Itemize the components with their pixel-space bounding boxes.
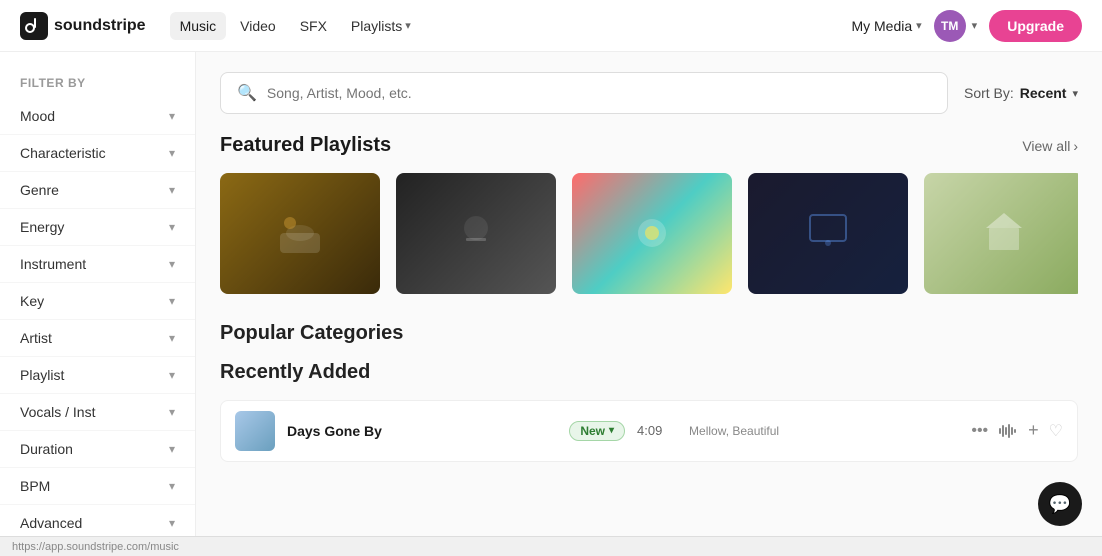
avatar: TM bbox=[934, 10, 966, 42]
sidebar-filter-instrument[interactable]: Instrument ▾ bbox=[0, 246, 195, 283]
recently-added-section: Recently Added Days Gone By New ▾ 4:09 M… bbox=[220, 361, 1078, 462]
popular-categories-section: Popular Categories bbox=[220, 322, 1078, 345]
body: Filter By Mood ▾ Characteristic ▾ Genre … bbox=[0, 52, 1102, 536]
nav-playlists[interactable]: Playlists ▾ bbox=[341, 12, 421, 40]
track-badge-new[interactable]: New ▾ bbox=[569, 421, 625, 441]
chevron-right-icon: › bbox=[1073, 138, 1078, 154]
track-info: Days Gone By bbox=[287, 423, 557, 439]
nav-video[interactable]: Video bbox=[230, 12, 286, 40]
recently-added-title: Recently Added bbox=[220, 361, 1078, 384]
search-input[interactable] bbox=[267, 85, 931, 101]
filter-by-header: Filter By bbox=[0, 64, 195, 98]
thumbnail-art bbox=[270, 203, 330, 263]
featured-playlists-title: Featured Playlists bbox=[220, 134, 391, 157]
playlist-card-gym-time[interactable]: Gym Time Hard Rock and Hip Hop to drive … bbox=[396, 173, 556, 294]
chat-icon: 💬 bbox=[1049, 494, 1071, 515]
chevron-down-icon: ▾ bbox=[169, 405, 175, 419]
section-header: Featured Playlists View all › bbox=[220, 134, 1078, 157]
chevron-down-icon: ▾ bbox=[405, 19, 411, 32]
url-bar: https://app.soundstripe.com/music bbox=[0, 536, 1102, 556]
track-add-button[interactable]: + bbox=[1028, 420, 1039, 441]
chevron-down-icon: ▾ bbox=[169, 479, 175, 493]
playlist-thumbnail bbox=[748, 173, 908, 294]
logo[interactable]: soundstripe bbox=[20, 12, 146, 40]
playlists-grid: Bathtub Chill Relaxing, atmospheric soun… bbox=[220, 173, 1078, 294]
sidebar-filter-mood[interactable]: Mood ▾ bbox=[0, 98, 195, 135]
track-name: Days Gone By bbox=[287, 423, 557, 439]
my-media-dropdown[interactable]: My Media ▾ bbox=[851, 18, 921, 34]
track-actions: ••• + bbox=[971, 420, 1063, 441]
chevron-down-icon: ▾ bbox=[169, 331, 175, 345]
main-content: 🔍 Sort By: Recent ▾ Featured Playlists V… bbox=[196, 52, 1102, 536]
chevron-down-icon: ▾ bbox=[169, 220, 175, 234]
sidebar-filter-genre[interactable]: Genre ▾ bbox=[0, 172, 195, 209]
nav-music[interactable]: Music bbox=[170, 12, 227, 40]
waveform-icon bbox=[998, 423, 1018, 439]
chevron-down-icon: ▾ bbox=[169, 183, 175, 197]
search-sort-row: 🔍 Sort By: Recent ▾ bbox=[220, 72, 1078, 114]
playlist-thumbnail bbox=[220, 173, 380, 294]
sidebar-filter-characteristic[interactable]: Characteristic ▾ bbox=[0, 135, 195, 172]
track-thumbnail bbox=[235, 411, 275, 451]
sidebar-filter-artist[interactable]: Artist ▾ bbox=[0, 320, 195, 357]
main-nav: Music Video SFX Playlists ▾ bbox=[170, 12, 828, 40]
sidebar-filter-energy[interactable]: Energy ▾ bbox=[0, 209, 195, 246]
sidebar-filter-key[interactable]: Key ▾ bbox=[0, 283, 195, 320]
nav-sfx[interactable]: SFX bbox=[290, 12, 337, 40]
thumbnail-art bbox=[622, 203, 682, 263]
playlist-thumbnail bbox=[572, 173, 732, 294]
track-tags: Mellow, Beautiful bbox=[689, 424, 959, 438]
thumbnail-art bbox=[446, 203, 506, 263]
chevron-down-icon: ▾ bbox=[1072, 87, 1078, 100]
view-all-button[interactable]: View all › bbox=[1022, 138, 1078, 154]
logo-text: soundstripe bbox=[54, 17, 146, 35]
header: soundstripe Music Video SFX Playlists ▾ … bbox=[0, 0, 1102, 52]
track-waveform-button[interactable] bbox=[998, 423, 1018, 439]
featured-playlists-section: Featured Playlists View all › bbox=[220, 134, 1078, 294]
header-right: My Media ▾ TM ▾ Upgrade bbox=[851, 10, 1082, 42]
sidebar-filter-bpm[interactable]: BPM ▾ bbox=[0, 468, 195, 505]
chevron-down-icon: ▾ bbox=[916, 19, 922, 32]
chevron-down-icon: ▾ bbox=[169, 516, 175, 530]
playlist-card-real-estate[interactable]: Real Estate Corporate jingle music for R… bbox=[924, 173, 1078, 294]
chevron-down-icon: ▾ bbox=[169, 368, 175, 382]
chevron-down-icon: ▾ bbox=[169, 294, 175, 308]
playlist-thumbnail bbox=[924, 173, 1078, 294]
table-row: Days Gone By New ▾ 4:09 Mellow, Beautifu… bbox=[220, 400, 1078, 462]
sidebar-filter-vocals[interactable]: Vocals / Inst ▾ bbox=[0, 394, 195, 431]
sidebar-filter-advanced[interactable]: Advanced ▾ bbox=[0, 505, 195, 536]
playlist-card-tech-business[interactable]: Tech Business Corporate jingles and elec… bbox=[748, 173, 908, 294]
playlist-card-positive-vibes[interactable]: Positive Vibes Compilation of lyric-driv… bbox=[572, 173, 732, 294]
chevron-down-icon: ▾ bbox=[972, 19, 978, 32]
search-icon: 🔍 bbox=[237, 83, 257, 103]
sidebar-filter-duration[interactable]: Duration ▾ bbox=[0, 431, 195, 468]
chevron-down-icon: ▾ bbox=[169, 146, 175, 160]
user-menu[interactable]: TM ▾ bbox=[934, 10, 978, 42]
playlist-thumbnail bbox=[396, 173, 556, 294]
logo-icon bbox=[20, 12, 48, 40]
thumbnail-art bbox=[974, 203, 1034, 263]
chevron-down-icon: ▾ bbox=[169, 109, 175, 123]
thumbnail-art bbox=[798, 203, 858, 263]
search-wrap: 🔍 bbox=[220, 72, 948, 114]
sort-by-dropdown[interactable]: Sort By: Recent ▾ bbox=[964, 85, 1078, 101]
track-favorite-button[interactable]: ♡ bbox=[1049, 421, 1063, 441]
app-container: soundstripe Music Video SFX Playlists ▾ … bbox=[0, 0, 1102, 556]
playlist-card-bathtub-chill[interactable]: Bathtub Chill Relaxing, atmospheric soun… bbox=[220, 173, 380, 294]
sidebar: Filter By Mood ▾ Characteristic ▾ Genre … bbox=[0, 52, 196, 536]
popular-categories-title: Popular Categories bbox=[220, 322, 1078, 345]
chat-bubble-button[interactable]: 💬 bbox=[1038, 482, 1082, 526]
chevron-down-icon: ▾ bbox=[609, 425, 614, 436]
chevron-down-icon: ▾ bbox=[169, 442, 175, 456]
upgrade-button[interactable]: Upgrade bbox=[989, 10, 1082, 42]
track-more-button[interactable]: ••• bbox=[971, 422, 988, 440]
chevron-down-icon: ▾ bbox=[169, 257, 175, 271]
track-duration: 4:09 bbox=[637, 423, 677, 438]
sidebar-filter-playlist[interactable]: Playlist ▾ bbox=[0, 357, 195, 394]
